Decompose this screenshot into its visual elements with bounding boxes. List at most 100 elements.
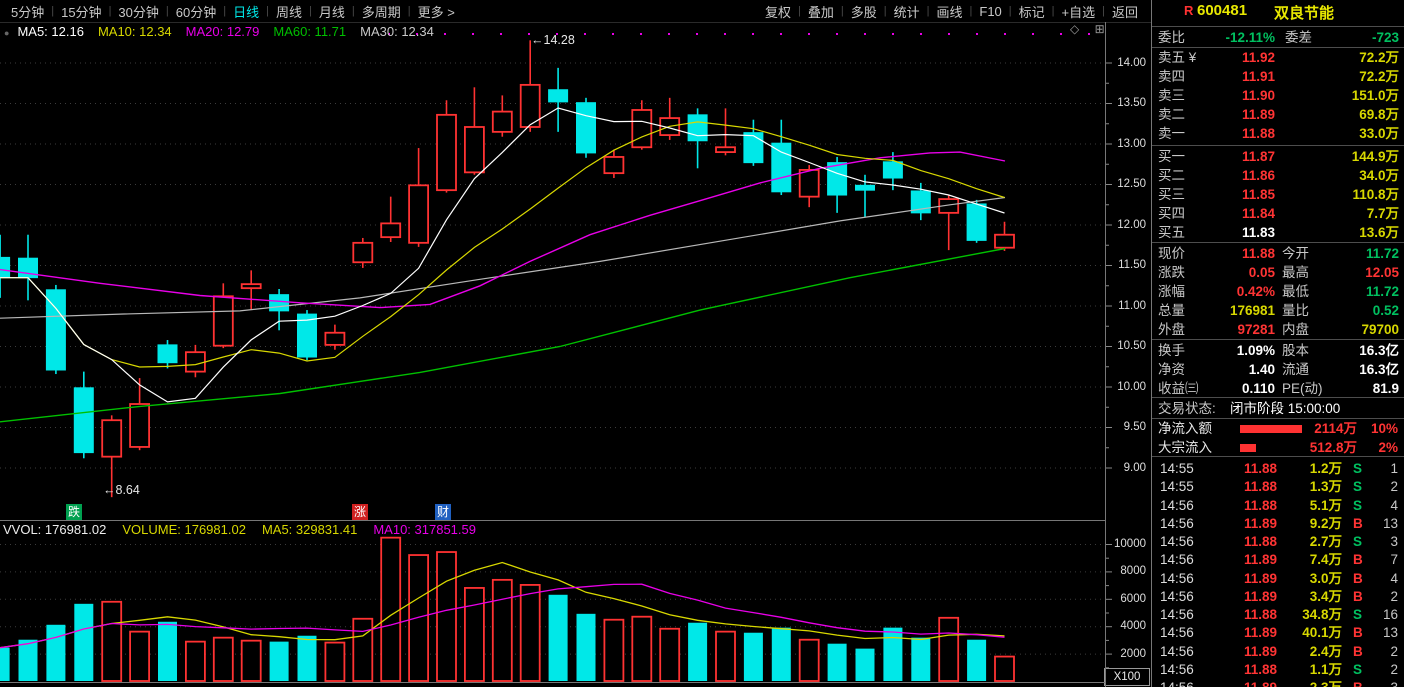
tick-price: 11.89 <box>1244 678 1277 687</box>
stat-label-2: 最低 <box>1282 282 1309 301</box>
sell-price: 11.92 <box>1242 48 1275 67</box>
buy-label: 买四 <box>1158 204 1185 223</box>
tick-volume: 2.4万 <box>1310 642 1342 661</box>
tick-price: 11.88 <box>1244 605 1277 624</box>
tick-row[interactable]: 14:5511.881.3万S2 <box>1152 477 1404 496</box>
menu-item-3[interactable]: 统计 <box>887 2 927 21</box>
tick-time: 14:56 <box>1160 678 1194 687</box>
tick-time: 14:56 <box>1160 532 1194 551</box>
tick-row[interactable]: 14:5611.897.4万B7 <box>1152 550 1404 569</box>
menu-item-7[interactable]: +自选 <box>1055 2 1103 21</box>
ma-label-2: MA20: 12.79 <box>186 24 260 39</box>
tick-row[interactable]: 14:5611.8940.1万B13 <box>1152 623 1404 642</box>
price-axis-label: 12.50 <box>1110 178 1146 190</box>
tick-row[interactable]: 14:5611.893.4万B2 <box>1152 587 1404 606</box>
buy-label: 买一 <box>1158 147 1185 166</box>
tick-count: 4 <box>1390 569 1398 588</box>
sell-row-5: 卖五 ¥11.9272.2万 <box>1152 48 1404 67</box>
section-separator <box>1152 145 1404 146</box>
volume-indicator-row: VVOL: 176981.02VOLUME: 176981.02MA5: 329… <box>3 522 492 537</box>
stat-value-2: 16.3亿 <box>1359 360 1399 379</box>
tick-volume: 3.0万 <box>1310 569 1342 588</box>
tick-volume: 1.3万 <box>1310 477 1342 496</box>
stat-row-7: 收益㈢0.110PE(动)81.9 <box>1152 379 1404 398</box>
flow-value: 512.8万 <box>1310 438 1357 457</box>
weibi-value: -12.11% <box>1225 28 1275 47</box>
sell-volume: 72.2万 <box>1359 48 1399 67</box>
tick-row[interactable]: 14:5611.892.4万B2 <box>1152 642 1404 661</box>
toolbar-divider <box>0 22 1151 23</box>
period-tab-8[interactable]: 更多 > <box>411 2 462 21</box>
tick-side: S <box>1353 477 1362 496</box>
tick-count: 1 <box>1390 459 1398 478</box>
stat-value-2: 12.05 <box>1365 263 1399 282</box>
tick-row[interactable]: 14:5511.881.2万S1 <box>1152 459 1404 478</box>
tick-row[interactable]: 14:5611.893.0万B4 <box>1152 569 1404 588</box>
ma-label-0: MA5: 12.16 <box>17 24 84 39</box>
stat-value-1: 176981 <box>1230 301 1275 320</box>
section-separator <box>1152 397 1404 398</box>
period-tab-1[interactable]: 15分钟 <box>54 2 108 21</box>
tick-volume: 5.1万 <box>1310 496 1342 515</box>
flow-pct: 10% <box>1371 419 1398 438</box>
tick-row[interactable]: 14:5611.892.3万B3 <box>1152 678 1404 687</box>
stat-row-3: 总量176981量比0.52 <box>1152 301 1404 320</box>
buy-row-5: 买五11.8313.6万 <box>1152 223 1404 242</box>
menu-item-6[interactable]: 标记 <box>1012 2 1052 21</box>
section-separator <box>1152 47 1404 48</box>
stat-value-2: 81.9 <box>1373 379 1399 398</box>
tick-side: B <box>1353 678 1363 687</box>
sell-row-3: 卖三11.90151.0万 <box>1152 86 1404 105</box>
flow-row-1: 大宗流入512.8万2% <box>1152 438 1404 457</box>
top-toolbar: 5分钟|15分钟|30分钟|60分钟|日线|周线|月线|多周期|更多 > 复权|… <box>0 0 1151 22</box>
menu-item-2[interactable]: 多股 <box>844 2 884 21</box>
menu-item-1[interactable]: 叠加 <box>801 2 841 21</box>
toolbar-menu: 复权|叠加|多股|统计|画线|F10|标记|+自选|返回 <box>758 0 1151 22</box>
tick-count: 3 <box>1390 678 1398 687</box>
buy-price: 11.83 <box>1242 223 1275 242</box>
volume-unit-label: X100 <box>1104 668 1150 686</box>
period-tab-5[interactable]: 周线 <box>269 2 309 21</box>
stat-value-2: 11.72 <box>1366 282 1399 301</box>
menu-item-0[interactable]: 复权 <box>758 2 798 21</box>
stat-label-1: 涨跌 <box>1158 263 1185 282</box>
tick-row[interactable]: 14:5611.8834.8万S16 <box>1152 605 1404 624</box>
tick-row[interactable]: 14:5611.881.1万S2 <box>1152 660 1404 679</box>
price-axis-label: 13.00 <box>1110 138 1146 150</box>
tick-row[interactable]: 14:5611.899.2万B13 <box>1152 514 1404 533</box>
sell-price: 11.91 <box>1242 67 1275 86</box>
menu-item-4[interactable]: 画线 <box>930 2 970 21</box>
tick-time: 14:55 <box>1160 459 1194 478</box>
period-tab-6[interactable]: 月线 <box>312 2 352 21</box>
stat-row-4: 外盘97281内盘79700 <box>1152 320 1404 339</box>
section-separator <box>1152 26 1404 27</box>
tick-time: 14:56 <box>1160 514 1194 533</box>
period-tab-0[interactable]: 5分钟 <box>4 2 51 21</box>
period-tab-4[interactable]: 日线 <box>226 2 266 21</box>
vol-label-3: MA10: 317851.59 <box>373 522 476 537</box>
stat-value-2: 79700 <box>1361 320 1399 339</box>
tick-time: 14:56 <box>1160 550 1194 569</box>
tick-price: 11.88 <box>1244 459 1277 478</box>
period-tab-3[interactable]: 60分钟 <box>169 2 223 21</box>
stat-row-6: 净资1.40流通16.3亿 <box>1152 360 1404 379</box>
menu-item-8[interactable]: 返回 <box>1105 2 1145 21</box>
tick-count: 2 <box>1390 477 1398 496</box>
stock-header[interactable]: R 600481 双良节能 <box>1152 2 1404 24</box>
tick-row[interactable]: 14:5611.885.1万S4 <box>1152 496 1404 515</box>
period-tab-2[interactable]: 30分钟 <box>111 2 165 21</box>
period-tab-7[interactable]: 多周期 <box>355 2 408 21</box>
period-tabs: 5分钟|15分钟|30分钟|60分钟|日线|周线|月线|多周期|更多 > <box>0 0 462 22</box>
tick-price: 11.88 <box>1244 477 1277 496</box>
volume-axis-label: 10000 <box>1110 538 1146 550</box>
flow-pct: 2% <box>1378 438 1398 457</box>
tick-row[interactable]: 14:5611.882.7万S3 <box>1152 532 1404 551</box>
flow-label: 净流入额 <box>1158 419 1212 438</box>
sell-label: 卖四 <box>1158 67 1185 86</box>
menu-item-5[interactable]: F10 <box>972 4 1008 19</box>
price-annotation-0: ←14.28 <box>531 33 575 47</box>
tick-volume: 1.1万 <box>1310 660 1342 679</box>
stat-label-2: 内盘 <box>1282 320 1309 339</box>
buy-label: 买三 <box>1158 185 1185 204</box>
buy-volume: 110.8万 <box>1352 185 1399 204</box>
